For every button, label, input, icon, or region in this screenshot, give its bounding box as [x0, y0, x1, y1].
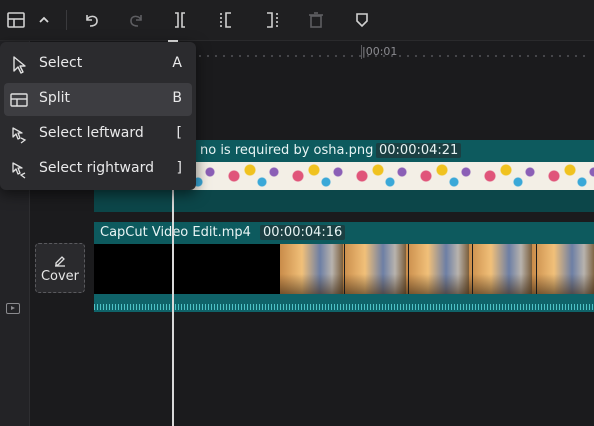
menu-item-shortcut: B [172, 90, 182, 106]
clip-body [94, 190, 594, 212]
split-right-icon [267, 12, 278, 28]
undo-button[interactable] [80, 8, 104, 32]
video-thumbnail-strip [94, 244, 594, 294]
menu-item-shortcut: [ [176, 125, 182, 141]
trash-icon [309, 12, 323, 28]
menu-item-select[interactable]: Select A [4, 48, 192, 81]
menu-item-shortcut: ] [176, 160, 182, 176]
redo-button[interactable] [124, 8, 148, 32]
chevron-up-icon [39, 16, 49, 23]
video-clip[interactable]: CapCut Video Edit.mp4 00:00:04:16 [94, 222, 594, 312]
marker-button[interactable] [350, 8, 374, 32]
delete-button[interactable] [304, 8, 328, 32]
menu-item-select-leftward[interactable]: Select leftward [ [4, 118, 192, 151]
redo-icon [130, 15, 142, 27]
frame-divider [344, 244, 345, 294]
split-icon [10, 93, 28, 107]
split-layout-icon [7, 12, 25, 28]
clip-header: CapCut Video Edit.mp4 00:00:04:16 [94, 222, 594, 244]
frame-divider [472, 244, 473, 294]
clip-duration: 00:00:04:21 [376, 143, 462, 158]
video-track-icon[interactable] [6, 303, 20, 314]
clip-duration: 00:00:04:16 [260, 225, 346, 240]
menu-item-label: Select [39, 55, 83, 71]
menu-item-label: Select leftward [39, 125, 144, 141]
menu-item-split[interactable]: Split B [4, 83, 192, 116]
split-icon [175, 12, 185, 28]
frame-divider [536, 244, 537, 294]
clip-title: no is required by osha.png [200, 143, 374, 158]
toolbar-divider [66, 10, 67, 30]
clip-title: CapCut Video Edit.mp4 [100, 225, 251, 240]
delete-right-button[interactable] [260, 8, 284, 32]
menu-item-select-rightward[interactable]: Select rightward ] [4, 153, 192, 186]
layout-split-button[interactable] [4, 8, 28, 32]
menu-item-label: Split [39, 90, 71, 106]
shield-marker-icon [356, 13, 368, 28]
tool-dropdown-button[interactable] [32, 8, 56, 32]
audio-waveform [94, 294, 594, 312]
tool-menu: Select A Split B Select leftward [ Selec… [0, 42, 196, 190]
undo-icon [86, 15, 98, 27]
split-button[interactable] [168, 8, 192, 32]
cover-label: Cover [40, 268, 80, 284]
frame-divider [408, 244, 409, 294]
select-rightward-icon [12, 162, 26, 179]
pointer-icon [13, 56, 26, 74]
menu-item-shortcut: A [172, 55, 182, 71]
menu-item-label: Select rightward [39, 160, 154, 176]
cover-button[interactable]: Cover [35, 243, 85, 293]
split-left-icon [220, 12, 231, 28]
pencil-icon [55, 255, 65, 267]
video-frames [280, 244, 594, 294]
select-leftward-icon [12, 127, 27, 144]
ruler-timecode: |00:01 [362, 45, 398, 58]
delete-left-button[interactable] [214, 8, 238, 32]
timeline-toolbar [0, 0, 594, 41]
